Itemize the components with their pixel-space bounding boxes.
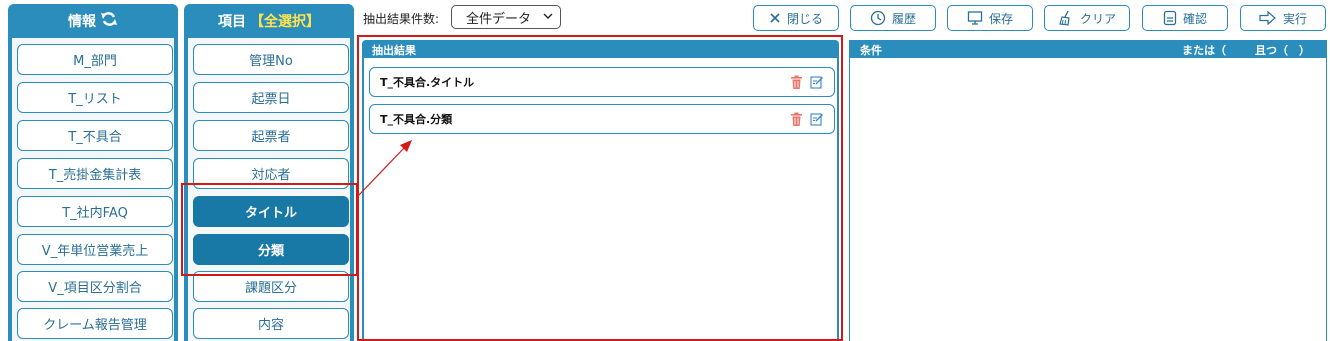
chevron-down-icon <box>542 9 554 26</box>
result-count-label: 抽出結果件数: <box>363 12 440 26</box>
history-button[interactable]: 履歴 <box>850 5 936 31</box>
save-button-label: 保存 <box>988 11 1013 26</box>
confirm-button[interactable]: 確認 <box>1142 5 1228 31</box>
clear-button-label: クリア <box>1079 11 1116 26</box>
broom-icon <box>1058 10 1074 26</box>
field-item-kihyo-date[interactable]: 起票日 <box>193 82 349 113</box>
info-item-t-fuguai[interactable]: T_不具合 <box>17 120 173 151</box>
save-button[interactable]: 保存 <box>947 5 1033 31</box>
info-panel-header: 情報 <box>8 4 178 38</box>
item-panel-title: 項目 <box>218 14 246 30</box>
info-item-v-ratio[interactable]: V_項目区分割合 <box>17 271 173 302</box>
document-icon <box>1163 10 1177 26</box>
execute-button-label: 実行 <box>1282 11 1307 26</box>
close-icon <box>769 12 781 24</box>
execute-button[interactable]: 実行 <box>1240 5 1326 31</box>
info-panel: 情報 M_部門 T_リスト T_不具合 T_売掛金集計表 T_社内FAQ V_年… <box>8 4 178 341</box>
item-panel-header: 項目 【全選択】 <box>184 4 354 38</box>
refresh-icon[interactable] <box>100 11 118 31</box>
clock-icon <box>870 10 886 26</box>
field-item-content[interactable]: 内容 <box>193 308 349 339</box>
and-group-label[interactable]: 且つ（ ） <box>1255 42 1310 58</box>
info-item-t-faq[interactable]: T_社内FAQ <box>17 196 173 227</box>
info-item-t-urikake[interactable]: T_売掛金集計表 <box>17 158 173 189</box>
confirm-button-label: 確認 <box>1182 11 1207 26</box>
field-item-kihyo-person[interactable]: 起票者 <box>193 120 349 151</box>
conditions-panel: 条件 または（ 且つ（ ） <box>849 40 1327 341</box>
annotation-highlight-results <box>357 35 843 341</box>
clear-button[interactable]: クリア <box>1044 5 1130 31</box>
info-item-t-list[interactable]: T_リスト <box>17 82 173 113</box>
select-all-link[interactable]: 【全選択】 <box>250 11 320 31</box>
arrow-right-icon <box>1259 11 1277 25</box>
field-item-kanri-no[interactable]: 管理No <box>193 44 349 75</box>
result-count-value: 全件データ <box>466 11 532 27</box>
monitor-icon <box>967 10 983 26</box>
info-panel-title: 情報 <box>68 14 96 30</box>
close-button-label: 閉じる <box>786 11 823 26</box>
annotation-highlight-selected-fields <box>181 183 358 276</box>
item-panel: 項目 【全選択】 管理No 起票日 起票者 対応者 タイトル 分類 課題区分 内容 <box>184 4 354 341</box>
info-panel-body: M_部門 T_リスト T_不具合 T_売掛金集計表 T_社内FAQ V_年単位営… <box>12 38 174 341</box>
info-item-claim[interactable]: クレーム報告管理 <box>17 308 173 339</box>
history-button-label: 履歴 <box>891 11 916 26</box>
conditions-header: 条件 または（ 且つ（ ） <box>850 41 1326 58</box>
info-item-v-sales[interactable]: V_年単位営業売上 <box>17 234 173 265</box>
info-item-m-bumon[interactable]: M_部門 <box>17 44 173 75</box>
close-button[interactable]: 閉じる <box>753 5 839 31</box>
result-count-select[interactable]: 全件データ <box>451 5 561 29</box>
or-group-label[interactable]: または（ <box>1182 42 1226 58</box>
conditions-title: 条件 <box>860 43 882 57</box>
